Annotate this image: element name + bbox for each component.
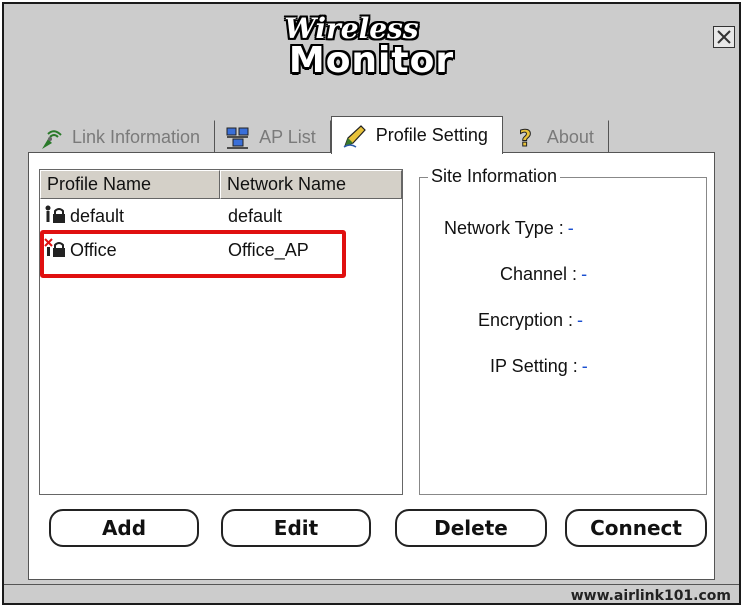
network-type-label: Network Type : bbox=[444, 218, 564, 238]
column-header-network-name[interactable]: Network Name bbox=[220, 170, 402, 199]
wireless-monitor-window: Wireless Monitor Link Information AP Lis… bbox=[2, 2, 741, 605]
network-computers-icon bbox=[225, 125, 251, 151]
site-information-title: Site Information bbox=[428, 166, 561, 187]
question-mark-icon: ? bbox=[513, 125, 539, 151]
profile-name-cell: default bbox=[40, 204, 220, 229]
close-button[interactable] bbox=[713, 26, 735, 48]
tab-about-label: About bbox=[546, 127, 594, 147]
network-type-value: - bbox=[567, 218, 574, 238]
profile-name-text: Office bbox=[70, 239, 117, 260]
tab-profile-setting-label: Profile Setting bbox=[375, 125, 488, 145]
site-information-group: Site Information Network Type :- Channel… bbox=[419, 166, 707, 495]
network-name-cell: Office_AP bbox=[228, 239, 309, 260]
encryption-label: Encryption : bbox=[478, 310, 574, 330]
column-header-profile-name[interactable]: Profile Name bbox=[40, 170, 220, 199]
pencil-icon bbox=[342, 123, 368, 149]
antenna-icon bbox=[38, 125, 64, 151]
svg-text:?: ? bbox=[519, 127, 532, 151]
tab-bar: Link Information AP List Profile Setting… bbox=[28, 116, 609, 154]
disconnected-lock-icon bbox=[44, 237, 66, 263]
profile-row-office[interactable]: Office Office_AP bbox=[40, 233, 402, 267]
footer-url: www.airlink101.com bbox=[570, 588, 731, 604]
close-icon bbox=[717, 30, 731, 44]
profile-name-cell: Office bbox=[40, 237, 220, 263]
network-name-cell: default bbox=[228, 205, 283, 226]
profile-setting-panel: Profile Name Network Name default defaul… bbox=[28, 152, 715, 580]
edit-button[interactable]: Edit bbox=[221, 509, 371, 547]
person-lock-icon bbox=[44, 204, 66, 229]
encryption-value: - bbox=[577, 310, 584, 330]
tab-ap-list-label: AP List bbox=[259, 127, 316, 147]
channel-label: Channel : bbox=[500, 264, 578, 284]
channel-row: Channel :- bbox=[500, 264, 587, 285]
add-button[interactable]: Add bbox=[49, 509, 199, 547]
profile-list-header: Profile Name Network Name bbox=[40, 170, 402, 199]
profile-name-text: default bbox=[70, 205, 125, 226]
footer-divider bbox=[4, 584, 739, 585]
profile-list[interactable]: Profile Name Network Name default defaul… bbox=[39, 169, 403, 495]
connect-button[interactable]: Connect bbox=[565, 509, 707, 547]
tab-link-information[interactable]: Link Information bbox=[28, 120, 216, 154]
encryption-row: Encryption :- bbox=[478, 310, 583, 331]
tab-ap-list[interactable]: AP List bbox=[215, 120, 331, 154]
wireless-monitor-logo: Wireless Monitor bbox=[4, 14, 739, 80]
ip-setting-value: - bbox=[581, 356, 588, 376]
tab-about[interactable]: ? About bbox=[503, 120, 609, 154]
profile-row-default[interactable]: default default bbox=[40, 199, 402, 233]
tab-link-information-label: Link Information bbox=[72, 127, 201, 147]
network-type-row: Network Type :- bbox=[444, 218, 574, 239]
ip-setting-label: IP Setting : bbox=[490, 356, 578, 376]
channel-value: - bbox=[581, 264, 588, 284]
logo-line-2: Monitor bbox=[288, 40, 455, 81]
ip-setting-row: IP Setting :- bbox=[490, 356, 588, 377]
delete-button[interactable]: Delete bbox=[395, 509, 547, 547]
tab-profile-setting[interactable]: Profile Setting bbox=[330, 116, 503, 154]
